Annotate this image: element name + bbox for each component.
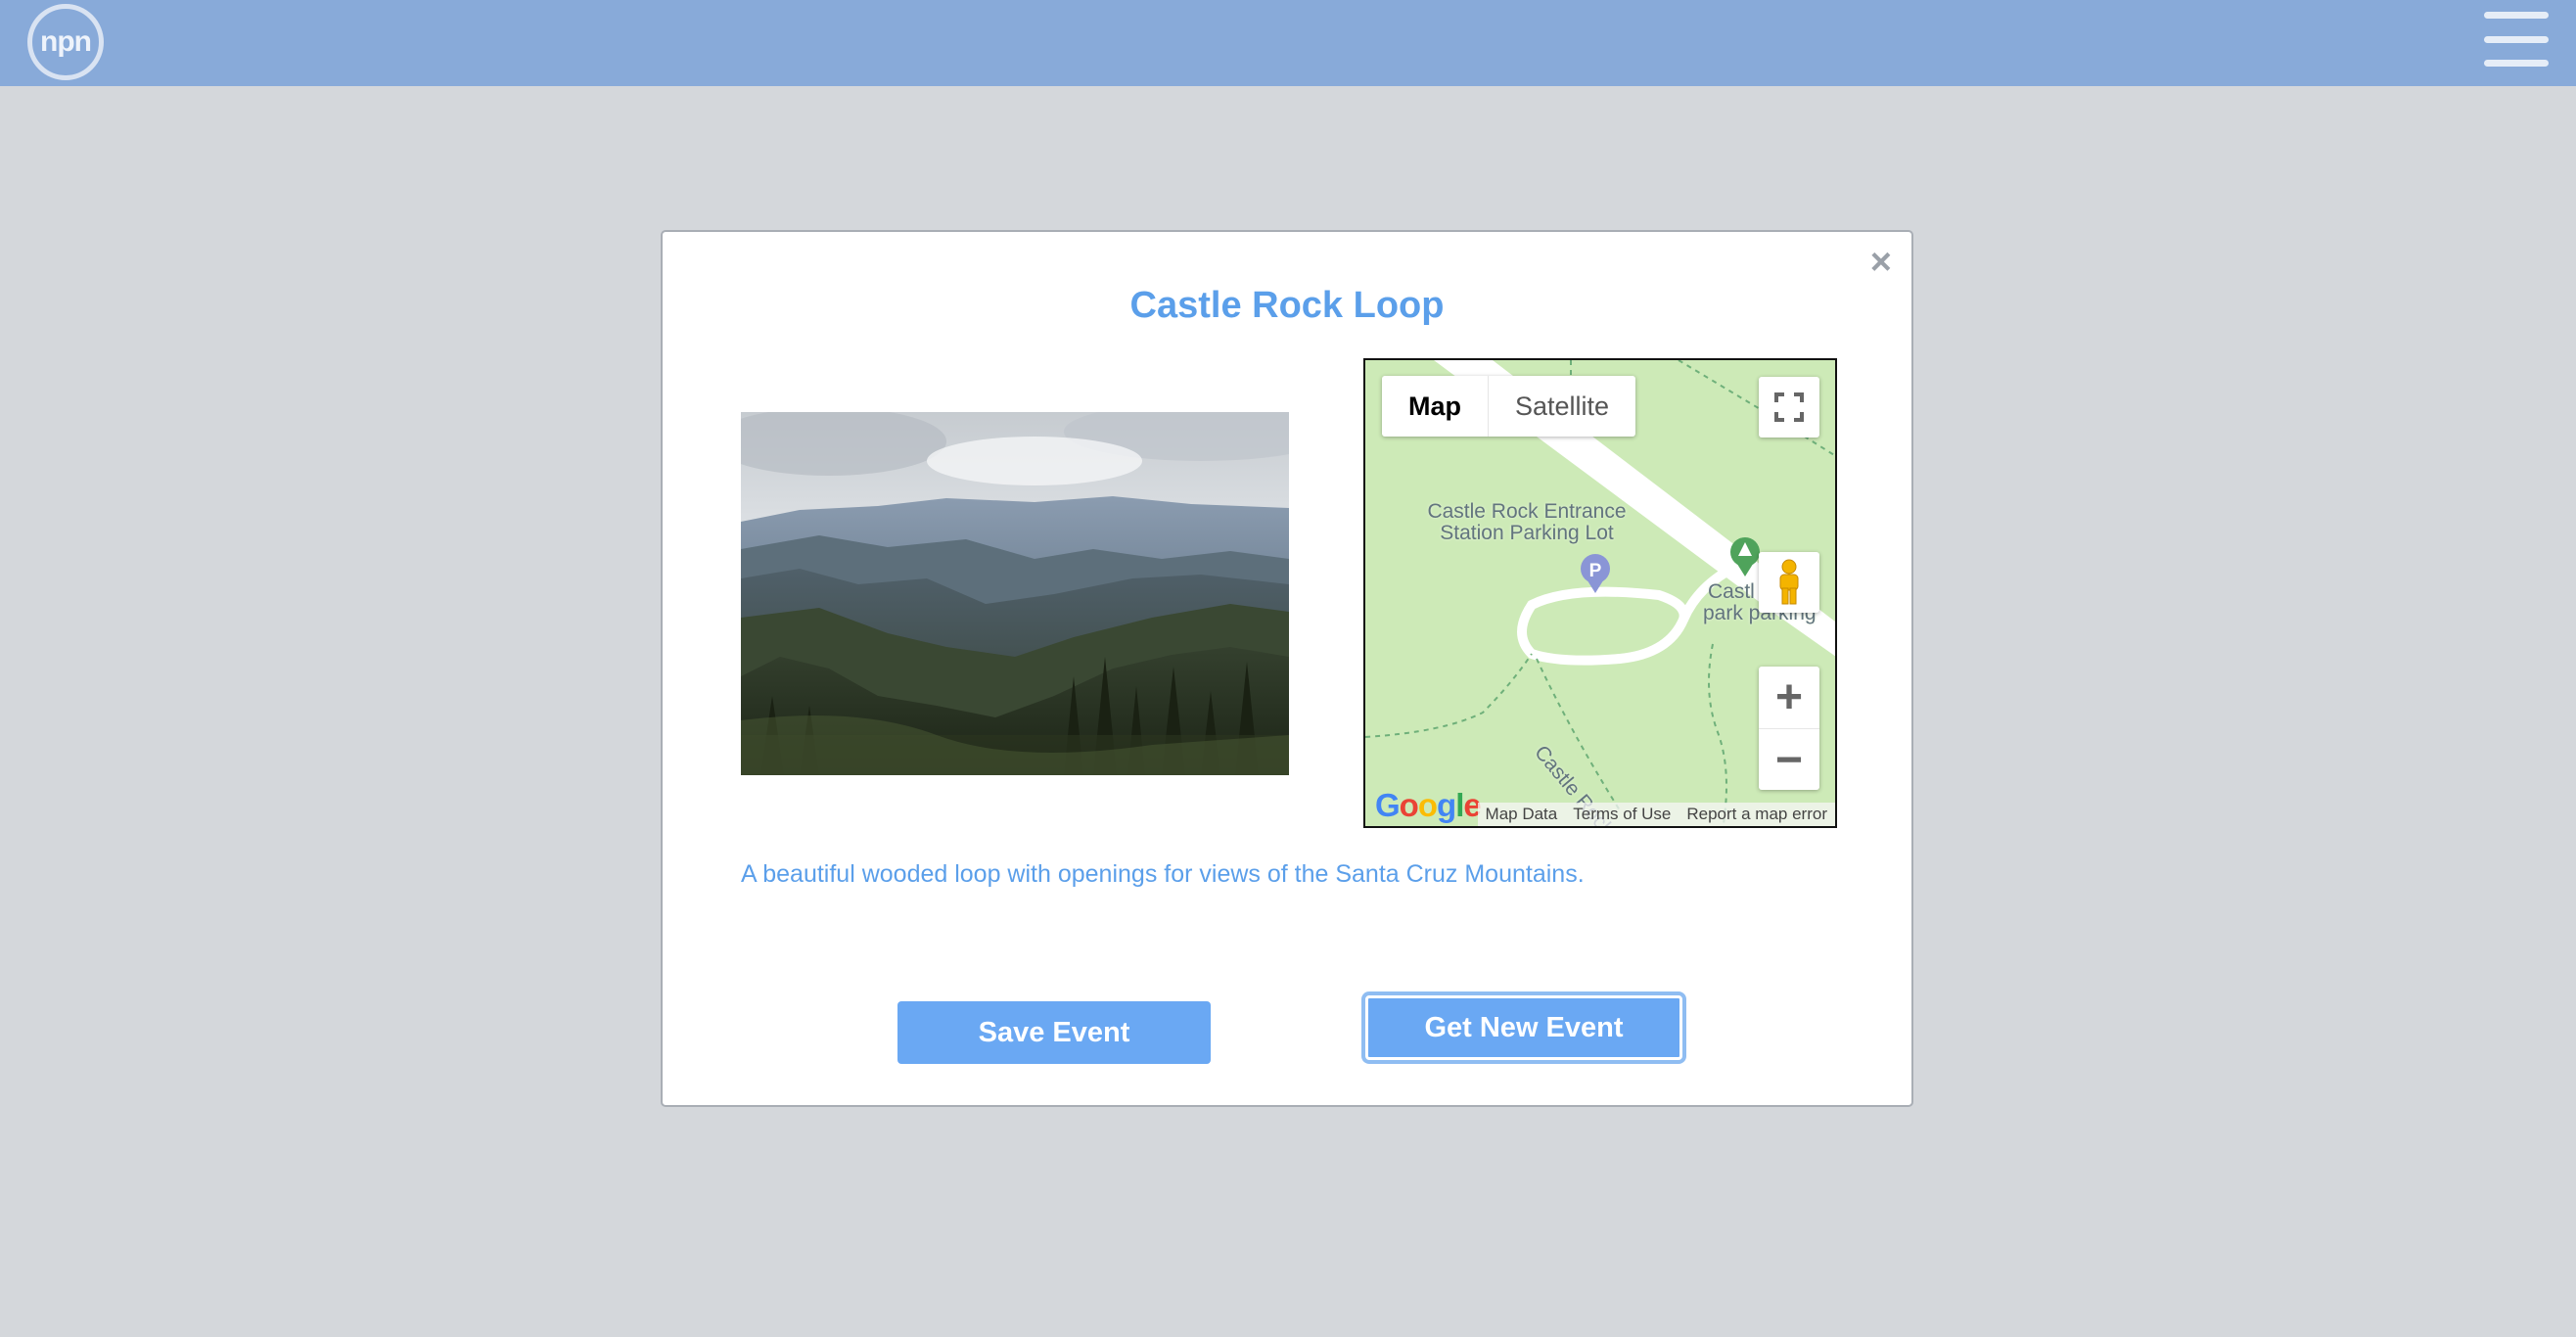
npn-logo[interactable]: npn: [27, 4, 104, 80]
get-new-event-button[interactable]: Get New Event: [1365, 995, 1682, 1060]
event-description: A beautiful wooded loop with openings fo…: [741, 860, 1585, 888]
event-title: Castle Rock Loop: [1129, 285, 1445, 326]
hamburger-line: [2484, 60, 2549, 67]
hamburger-menu-icon[interactable]: [2484, 12, 2549, 67]
event-modal: × Castle Rock Loop P Castle Rock Entranc…: [661, 230, 1913, 1107]
zoom-control: + −: [1759, 667, 1819, 790]
zoom-in-button[interactable]: +: [1759, 667, 1819, 729]
event-photo: [741, 412, 1289, 775]
park-parking-label: Castl: [1708, 580, 1755, 603]
google-logo[interactable]: Google: [1375, 787, 1482, 824]
zoom-out-button[interactable]: −: [1759, 729, 1819, 791]
hamburger-line: [2484, 35, 2549, 43]
fullscreen-icon[interactable]: [1759, 377, 1819, 438]
top-navbar: npn: [0, 0, 2576, 86]
save-event-button[interactable]: Save Event: [897, 1001, 1211, 1064]
pegman-street-view-icon[interactable]: [1759, 552, 1819, 613]
close-icon[interactable]: ×: [1870, 244, 1892, 281]
svg-text:P: P: [1589, 561, 1602, 581]
hamburger-line: [2484, 12, 2549, 19]
map-attribution: Map Data Terms of Use Report a map error: [1477, 803, 1835, 826]
terms-of-use-link[interactable]: Terms of Use: [1565, 805, 1679, 824]
parking-lot-label: Castle Rock Entrance Station Parking Lot: [1427, 500, 1627, 544]
mountain-landscape-image: [741, 412, 1289, 775]
report-map-error-link[interactable]: Report a map error: [1679, 805, 1835, 824]
event-location-map[interactable]: P Castle Rock Entrance Station Parking L…: [1363, 358, 1837, 828]
map-type-map-button[interactable]: Map: [1382, 376, 1489, 437]
map-type-satellite-button[interactable]: Satellite: [1489, 376, 1635, 437]
map-type-toggle[interactable]: Map Satellite: [1382, 376, 1636, 437]
map-data-link[interactable]: Map Data: [1478, 805, 1566, 824]
